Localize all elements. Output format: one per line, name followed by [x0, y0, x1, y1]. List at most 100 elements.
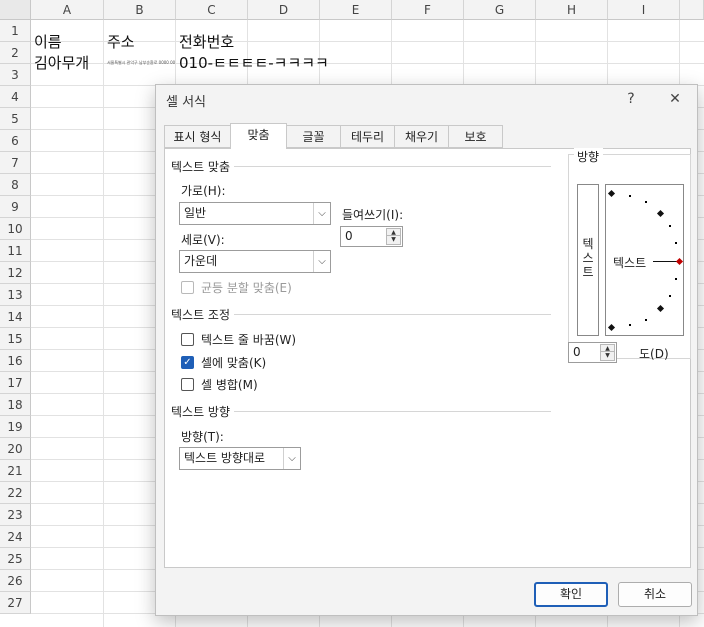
column-header-e[interactable]: E	[320, 0, 392, 20]
dial-marker-minus90[interactable]	[607, 323, 616, 332]
cell-a2[interactable]: 김아무개	[31, 52, 104, 74]
orientation-header: 방향	[574, 148, 604, 165]
dial-marker-45[interactable]	[656, 209, 665, 218]
dial-marker-90[interactable]	[607, 189, 616, 198]
tab-font[interactable]: 글꼴	[286, 125, 341, 148]
orientation-dial[interactable]: 텍스트	[605, 184, 684, 336]
horizontal-select[interactable]: 일반 ⌵	[179, 202, 331, 225]
vertical-text-button[interactable]: 텍 스 트	[577, 184, 599, 336]
column-header-h[interactable]: H	[536, 0, 608, 20]
cancel-button[interactable]: 취소	[618, 582, 692, 607]
tab-alignment[interactable]: 맞춤	[230, 123, 287, 149]
column-header-d[interactable]: D	[248, 0, 320, 20]
dial-dot	[629, 324, 631, 326]
column-header-i[interactable]: I	[608, 0, 680, 20]
shrink-to-fit-checkbox[interactable]: ✓ 셀에 맞춤(K)	[181, 355, 266, 371]
spin-down-icon[interactable]: ▼	[386, 235, 401, 245]
help-button[interactable]: ?	[620, 88, 642, 110]
tab-number[interactable]: 표시 형식	[164, 125, 231, 148]
row-header-27[interactable]: 27	[0, 592, 31, 614]
spin-down-icon[interactable]: ▼	[600, 351, 615, 361]
cell-a1[interactable]: 이름	[31, 31, 104, 53]
degrees-value: 0	[573, 345, 581, 359]
row-header-26[interactable]: 26	[0, 570, 31, 592]
row-header-25[interactable]: 25	[0, 548, 31, 570]
merge-cells-label: 셀 병합(M)	[201, 378, 258, 392]
column-header-c[interactable]: C	[176, 0, 248, 20]
checkbox-icon	[181, 281, 194, 294]
text-alignment-header: 텍스트 맞춤	[171, 158, 235, 175]
dial-dot	[645, 201, 647, 203]
justify-distributed-checkbox[interactable]: 균등 분할 맞춤(E)	[181, 280, 292, 296]
row-header-17[interactable]: 17	[0, 372, 31, 394]
vertical-label: 세로(V):	[181, 233, 225, 247]
row-header-14[interactable]: 14	[0, 306, 31, 328]
cell-c2[interactable]: 010-ㅌㅌㅌㅌ-ㅋㅋㅋㅋ	[176, 52, 376, 74]
row-header-24[interactable]: 24	[0, 526, 31, 548]
direction-select[interactable]: 텍스트 방향대로 ⌵	[179, 447, 301, 470]
row-header-11[interactable]: 11	[0, 240, 31, 262]
ok-button[interactable]: 확인	[534, 582, 608, 607]
degrees-spinner[interactable]: 0 ▲ ▼	[568, 342, 617, 363]
row-header-18[interactable]: 18	[0, 394, 31, 416]
column-header-b[interactable]: B	[104, 0, 176, 20]
alignment-panel: 텍스트 맞춤 가로(H): 일반 ⌵ 들여쓰기(I): 0 ▲ ▼ 세로(V):…	[164, 148, 691, 568]
dial-marker-0[interactable]	[675, 257, 684, 266]
vertical-select[interactable]: 가운데 ⌵	[179, 250, 331, 273]
chevron-down-icon: ⌵	[313, 203, 330, 224]
row-header-1[interactable]: 1	[0, 20, 31, 42]
wrap-text-checkbox[interactable]: 텍스트 줄 바꿈(W)	[181, 332, 296, 348]
cell-b2[interactable]: 서울특별시 관악구 남부순환로 0000 00	[104, 52, 176, 74]
cell-b1[interactable]: 주소	[104, 31, 176, 53]
column-header-a[interactable]: A	[31, 0, 104, 20]
checkmark-icon: ✓	[181, 356, 194, 369]
justify-distributed-label: 균등 분할 맞춤(E)	[201, 281, 292, 295]
row-header-6[interactable]: 6	[0, 130, 31, 152]
direction-label: 방향(T):	[181, 430, 224, 444]
tab-border[interactable]: 테두리	[340, 125, 395, 148]
row-header-19[interactable]: 19	[0, 416, 31, 438]
horizontal-label: 가로(H):	[181, 184, 226, 198]
tab-fill[interactable]: 채우기	[394, 125, 449, 148]
row-header-3[interactable]: 3	[0, 64, 31, 86]
column-header-f[interactable]: F	[392, 0, 464, 20]
row-header-23[interactable]: 23	[0, 504, 31, 526]
dial-dot	[645, 319, 647, 321]
horizontal-value: 일반	[184, 206, 207, 220]
dial-needle	[653, 261, 677, 262]
column-header-j[interactable]	[680, 0, 704, 20]
gridline	[103, 20, 104, 627]
row-header-16[interactable]: 16	[0, 350, 31, 372]
dial-marker-minus45[interactable]	[656, 304, 665, 313]
row-header-15[interactable]: 15	[0, 328, 31, 350]
select-all-corner[interactable]	[0, 0, 31, 20]
indent-spinner[interactable]: 0 ▲ ▼	[340, 226, 403, 247]
row-header-9[interactable]: 9	[0, 196, 31, 218]
dialog-title: 셀 서식	[166, 95, 207, 110]
row-header-12[interactable]: 12	[0, 262, 31, 284]
column-header-g[interactable]: G	[464, 0, 536, 20]
direction-value: 텍스트 방향대로	[184, 451, 266, 465]
row-header-8[interactable]: 8	[0, 174, 31, 196]
format-cells-dialog[interactable]: 셀 서식 ? ✕ 표시 형식 맞춤 글꼴 테두리 채우기 보호 텍스트 맞춤 가…	[155, 84, 698, 616]
row-header-13[interactable]: 13	[0, 284, 31, 306]
dial-text: 텍스트	[613, 256, 647, 270]
vertical-value: 가운데	[184, 254, 218, 268]
row-header-2[interactable]: 2	[0, 42, 31, 64]
text-direction-header: 텍스트 방향	[171, 403, 235, 420]
close-button[interactable]: ✕	[664, 88, 686, 110]
indent-label: 들여쓰기(I):	[342, 208, 404, 222]
text-control-header: 텍스트 조정	[171, 306, 235, 323]
row-header-21[interactable]: 21	[0, 460, 31, 482]
tab-protection[interactable]: 보호	[448, 125, 503, 148]
shrink-to-fit-label: 셀에 맞춤(K)	[201, 356, 267, 370]
cell-c1[interactable]: 전화번호	[176, 31, 320, 53]
checkbox-icon	[181, 378, 194, 391]
row-header-20[interactable]: 20	[0, 438, 31, 460]
row-header-7[interactable]: 7	[0, 152, 31, 174]
row-header-4[interactable]: 4	[0, 86, 31, 108]
merge-cells-checkbox[interactable]: 셀 병합(M)	[181, 377, 258, 393]
row-header-10[interactable]: 10	[0, 218, 31, 240]
row-header-5[interactable]: 5	[0, 108, 31, 130]
row-header-22[interactable]: 22	[0, 482, 31, 504]
